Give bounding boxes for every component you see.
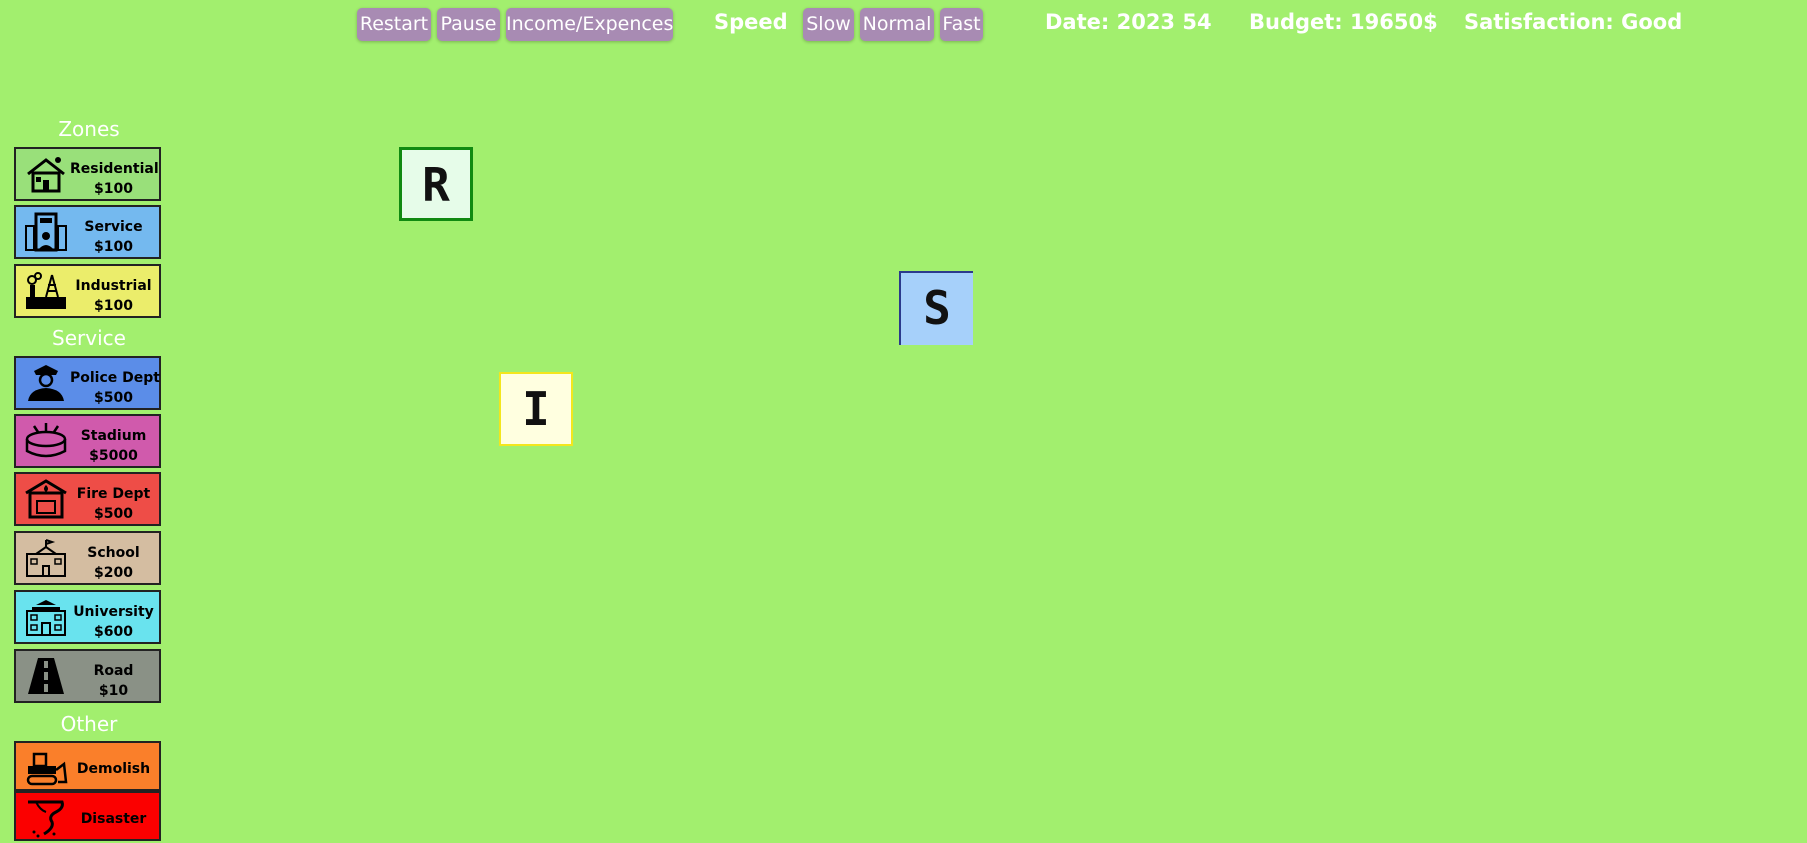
pause-button[interactable]: Pause (437, 8, 500, 41)
school-tool[interactable]: School $200 (14, 531, 161, 585)
tool-name: Residential (70, 161, 159, 177)
road-icon (24, 656, 68, 696)
university-tool[interactable]: University $600 (14, 590, 161, 644)
industrial-tile[interactable]: I (499, 372, 573, 446)
top-toolbar: Restart Pause Income/Expences Speed Slow… (0, 0, 1807, 50)
tool-name: Fire Dept (76, 486, 151, 502)
school-icon (24, 538, 68, 578)
demolish-tool[interactable]: Demolish (14, 741, 161, 791)
house-icon (24, 154, 68, 194)
other-heading: Other (60, 712, 118, 736)
fire-dept-tool[interactable]: Fire Dept $500 (14, 472, 161, 526)
tornado-icon (24, 798, 68, 838)
tool-price: $500 (94, 390, 133, 406)
fire-station-icon (24, 479, 68, 519)
residential-tile[interactable]: R (399, 147, 473, 221)
tool-name: Industrial (75, 278, 152, 294)
zones-heading: Zones (58, 117, 120, 141)
income-expenses-button[interactable]: Income/Expences (506, 8, 673, 41)
tool-name: Police Dept (70, 370, 160, 386)
police-officer-icon (24, 363, 68, 403)
university-icon (24, 597, 68, 637)
police-dept-tool[interactable]: Police Dept $500 (14, 356, 161, 410)
speed-fast-button[interactable]: Fast (940, 8, 983, 41)
tool-price: $5000 (89, 448, 138, 464)
tool-name: Disaster (80, 811, 147, 827)
budget-display: Budget: 19650$ (1249, 10, 1438, 34)
tool-name: Road (93, 663, 134, 679)
tool-price: $10 (98, 683, 129, 699)
tool-name: Stadium (80, 428, 147, 444)
factory-icon (24, 271, 68, 311)
tool-name: School (87, 545, 140, 561)
stadium-tool[interactable]: Stadium $5000 (14, 414, 161, 468)
tool-price: $200 (94, 565, 133, 581)
tool-price: $100 (94, 298, 133, 314)
bulldozer-icon (24, 748, 68, 788)
tool-name: Demolish (76, 761, 151, 777)
stadium-icon (24, 421, 68, 461)
speed-normal-button[interactable]: Normal (860, 8, 934, 41)
disaster-tool[interactable]: Disaster (14, 791, 161, 841)
restart-button[interactable]: Restart (357, 8, 431, 41)
industrial-zone-tool[interactable]: Industrial $100 (14, 264, 161, 318)
service-heading: Service (52, 326, 126, 350)
tool-price: $100 (94, 181, 133, 197)
satisfaction-display: Satisfaction: Good (1464, 10, 1683, 34)
service-zone-tool[interactable]: Service $100 (14, 205, 161, 259)
date-display: Date: 2023 54 (1045, 10, 1212, 34)
tool-price: $100 (94, 239, 133, 255)
tool-price: $600 (94, 624, 133, 640)
speed-label: Speed (714, 10, 788, 34)
office-building-icon (24, 212, 68, 252)
speed-slow-button[interactable]: Slow (803, 8, 854, 41)
residential-zone-tool[interactable]: Residential $100 (14, 147, 161, 201)
tool-name: University (73, 604, 154, 620)
tool-price: $500 (94, 506, 133, 522)
service-tile[interactable]: S (899, 271, 973, 345)
road-tool[interactable]: Road $10 (14, 649, 161, 703)
tool-name: Service (84, 219, 143, 235)
